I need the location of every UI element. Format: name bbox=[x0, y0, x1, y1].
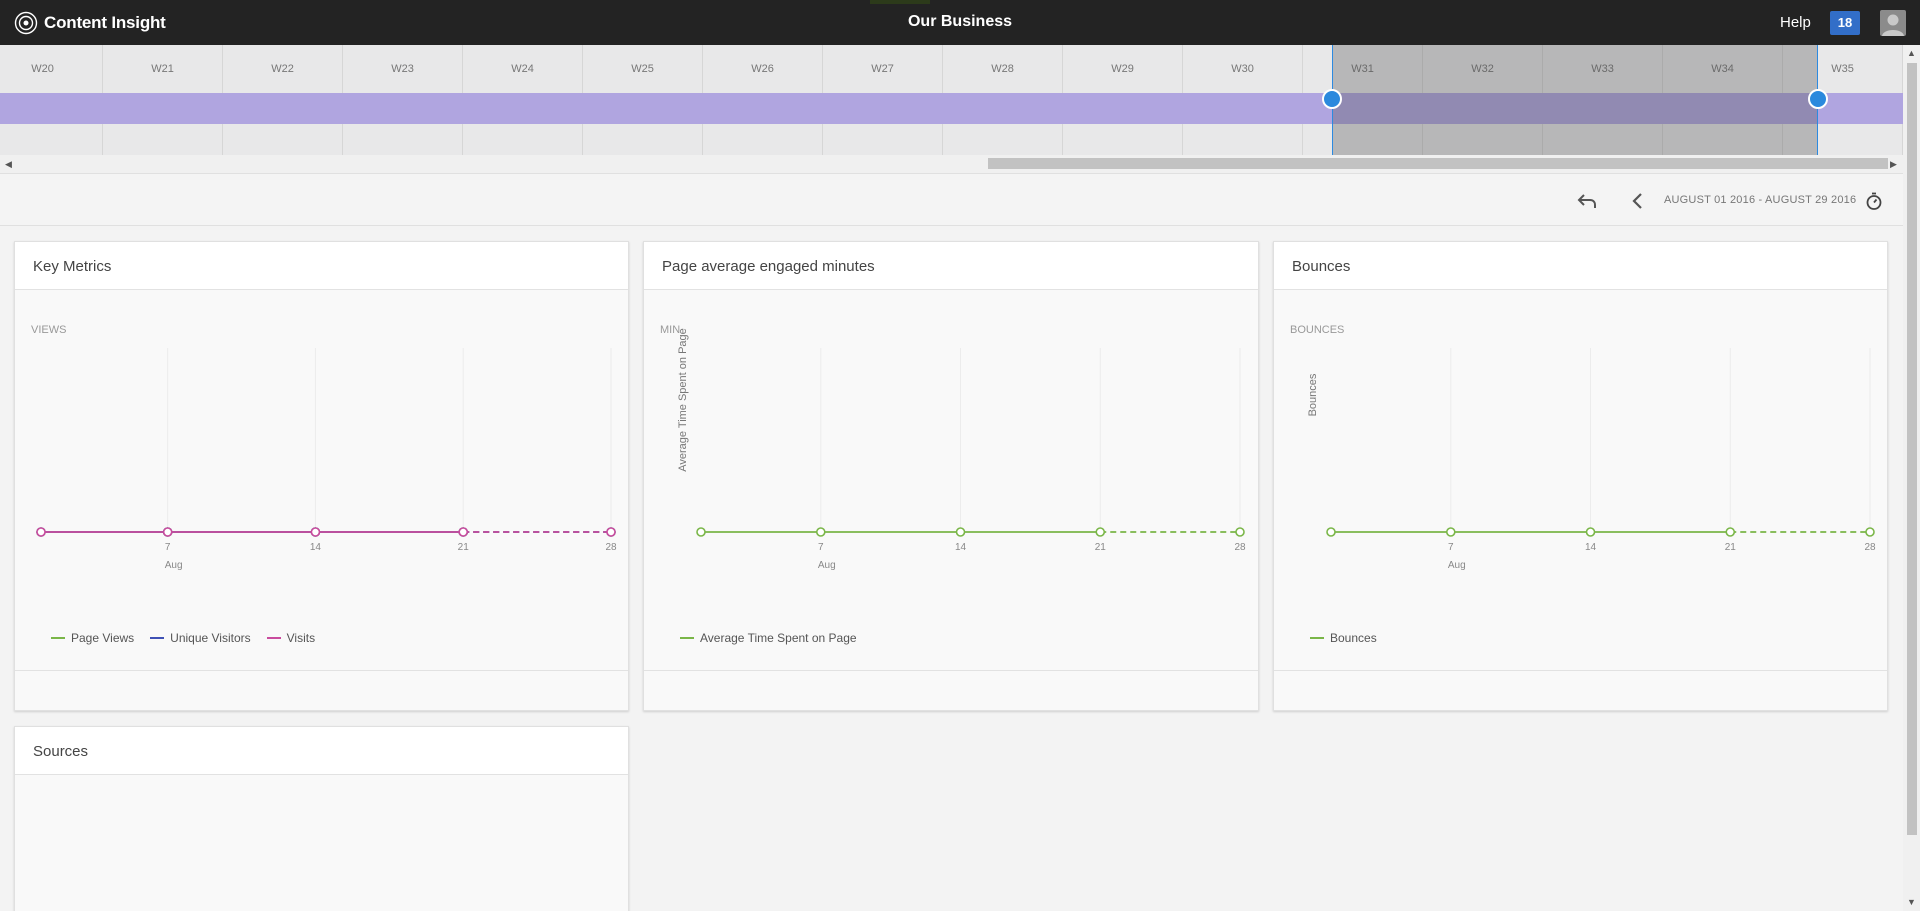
timeline-week-label: W28 bbox=[991, 63, 1014, 75]
timeline[interactable]: W20 W21 W22 W23 W24 W25 W26 W27 W28 W29 W30 W31 W32 W… bbox=[0, 45, 1903, 155]
data-point bbox=[162, 527, 173, 537]
timeline-selection[interactable] bbox=[1332, 45, 1818, 155]
card-title: Sources bbox=[15, 727, 628, 775]
help-link[interactable]: Help bbox=[1780, 14, 1811, 31]
legend-item-visits[interactable]: Visits bbox=[266, 631, 316, 645]
data-point bbox=[1326, 527, 1336, 537]
chart-legend: Page Views Unique Visitors Visits bbox=[51, 631, 315, 645]
timeline-week-label: W25 bbox=[631, 63, 654, 75]
data-point bbox=[1095, 527, 1106, 537]
selection-start-handle[interactable] bbox=[1322, 89, 1342, 109]
engaged-minutes-chart: 7 14 21 28 Aug Average Time Spent on Page bbox=[677, 328, 1246, 571]
legend-item-bounces[interactable]: Bounces bbox=[1310, 631, 1377, 645]
card-footer bbox=[1274, 670, 1887, 710]
x-month-label: Aug bbox=[165, 560, 183, 571]
card-footer bbox=[15, 670, 628, 710]
x-tick-label: 21 bbox=[458, 542, 470, 553]
x-tick-label: 28 bbox=[1864, 542, 1876, 553]
timeline-week-label: W22 bbox=[271, 63, 294, 75]
timeline-week-label: W26 bbox=[751, 63, 774, 75]
page-scroll-thumb[interactable] bbox=[1907, 63, 1917, 835]
selection-end-handle[interactable] bbox=[1808, 89, 1828, 109]
data-point bbox=[36, 527, 46, 537]
chart-legend: Bounces bbox=[1310, 631, 1377, 645]
stopwatch-icon[interactable] bbox=[1863, 190, 1885, 212]
data-point bbox=[1865, 527, 1875, 537]
data-point bbox=[458, 527, 469, 537]
data-point bbox=[815, 527, 826, 537]
card-footer bbox=[644, 670, 1258, 710]
data-point bbox=[310, 527, 321, 537]
timeline-scroll-thumb[interactable] bbox=[988, 158, 1888, 169]
timeline-week-label: W29 bbox=[1111, 63, 1134, 75]
x-tick-label: 14 bbox=[310, 542, 322, 553]
scroll-down-icon[interactable]: ▼ bbox=[1907, 897, 1916, 907]
timeline-week-label: W21 bbox=[151, 63, 174, 75]
date-range[interactable]: AUGUST 01 2016 - AUGUST 29 2016 bbox=[1664, 194, 1856, 206]
timeline-scrollbar[interactable]: ◀ ▶ bbox=[0, 155, 1903, 173]
legend-label: Visits bbox=[286, 631, 316, 645]
timeline-week-label: W23 bbox=[391, 63, 414, 75]
data-point bbox=[1445, 527, 1456, 537]
date-bar: AUGUST 01 2016 - AUGUST 29 2016 bbox=[0, 173, 1903, 226]
top-bar: Content Insight Our Business Help 18 bbox=[0, 0, 1920, 45]
notification-badge[interactable]: 18 bbox=[1830, 11, 1860, 35]
x-tick-label: 14 bbox=[1585, 542, 1597, 553]
timeline-week-label: W27 bbox=[871, 63, 894, 75]
legend-label: Average Time Spent on Page bbox=[700, 631, 857, 645]
x-tick-label: 21 bbox=[1095, 542, 1107, 553]
data-point bbox=[1235, 527, 1245, 537]
timeline-week-label: W20 bbox=[31, 63, 54, 75]
x-tick-label: 14 bbox=[955, 542, 967, 553]
previous-period-icon[interactable] bbox=[1627, 190, 1649, 212]
y-axis-label: Average Time Spent on Page bbox=[677, 328, 689, 472]
x-month-label: Aug bbox=[818, 560, 836, 571]
card-title: Key Metrics bbox=[15, 242, 628, 290]
x-tick-label: 7 bbox=[1448, 542, 1454, 553]
card-title: Bounces bbox=[1274, 242, 1887, 290]
legend-swatch bbox=[1310, 637, 1324, 639]
key-metrics-card: Key Metrics VIEWS 7 14 21 28 Aug Page Views … bbox=[14, 241, 629, 711]
timeline-week-label: W24 bbox=[511, 63, 534, 75]
scroll-left-icon[interactable]: ◀ bbox=[5, 159, 12, 170]
key-metrics-chart: 7 14 21 28 Aug bbox=[36, 348, 617, 571]
x-tick-label: 21 bbox=[1725, 542, 1737, 553]
data-point bbox=[606, 527, 616, 537]
legend-swatch bbox=[680, 637, 694, 639]
x-tick-label: 28 bbox=[1234, 542, 1246, 553]
x-tick-label: 7 bbox=[165, 542, 171, 553]
data-point bbox=[955, 527, 966, 537]
x-month-label: Aug bbox=[1448, 560, 1466, 571]
x-tick-label: 28 bbox=[605, 542, 617, 553]
timeline-week-label: W30 bbox=[1231, 63, 1254, 75]
legend-swatch bbox=[150, 637, 165, 639]
sources-card: Sources bbox=[14, 726, 629, 911]
undo-icon[interactable] bbox=[1576, 190, 1598, 212]
x-tick-label: 7 bbox=[818, 542, 824, 553]
avatar[interactable] bbox=[1880, 10, 1906, 36]
legend-item-average-time[interactable]: Average Time Spent on Page bbox=[680, 631, 857, 645]
data-point bbox=[1585, 527, 1596, 537]
y-axis-label: Bounces bbox=[1307, 373, 1319, 416]
user-icon bbox=[1882, 14, 1904, 36]
legend-swatch bbox=[51, 637, 65, 639]
page-scrollbar[interactable]: ▲ ▼ bbox=[1903, 45, 1920, 911]
data-point bbox=[696, 527, 706, 537]
title-accent bbox=[870, 0, 930, 4]
legend-label: Page Views bbox=[71, 631, 135, 645]
engaged-minutes-card: Page average engaged minutes MIN 7 14 21 28… bbox=[643, 241, 1259, 711]
legend-label: Bounces bbox=[1330, 631, 1377, 645]
legend-item-unique-visitors[interactable]: Unique Visitors bbox=[150, 631, 251, 645]
legend-item-page-views[interactable]: Page Views bbox=[51, 631, 134, 645]
legend-label: Unique Visitors bbox=[170, 631, 251, 645]
scroll-up-icon[interactable]: ▲ bbox=[1907, 48, 1916, 58]
scroll-right-icon[interactable]: ▶ bbox=[1890, 159, 1897, 170]
data-point bbox=[1725, 527, 1736, 537]
legend-swatch bbox=[266, 637, 281, 639]
bounces-card: Bounces BOUNCES 7 14 21 28 Aug Bounces Bounce… bbox=[1273, 241, 1888, 711]
card-title: Page average engaged minutes bbox=[644, 242, 1258, 290]
chart-legend: Average Time Spent on Page bbox=[680, 631, 857, 645]
page-title: Our Business bbox=[907, 13, 1013, 30]
bounces-chart: 7 14 21 28 Aug Bounces bbox=[1307, 348, 1876, 571]
